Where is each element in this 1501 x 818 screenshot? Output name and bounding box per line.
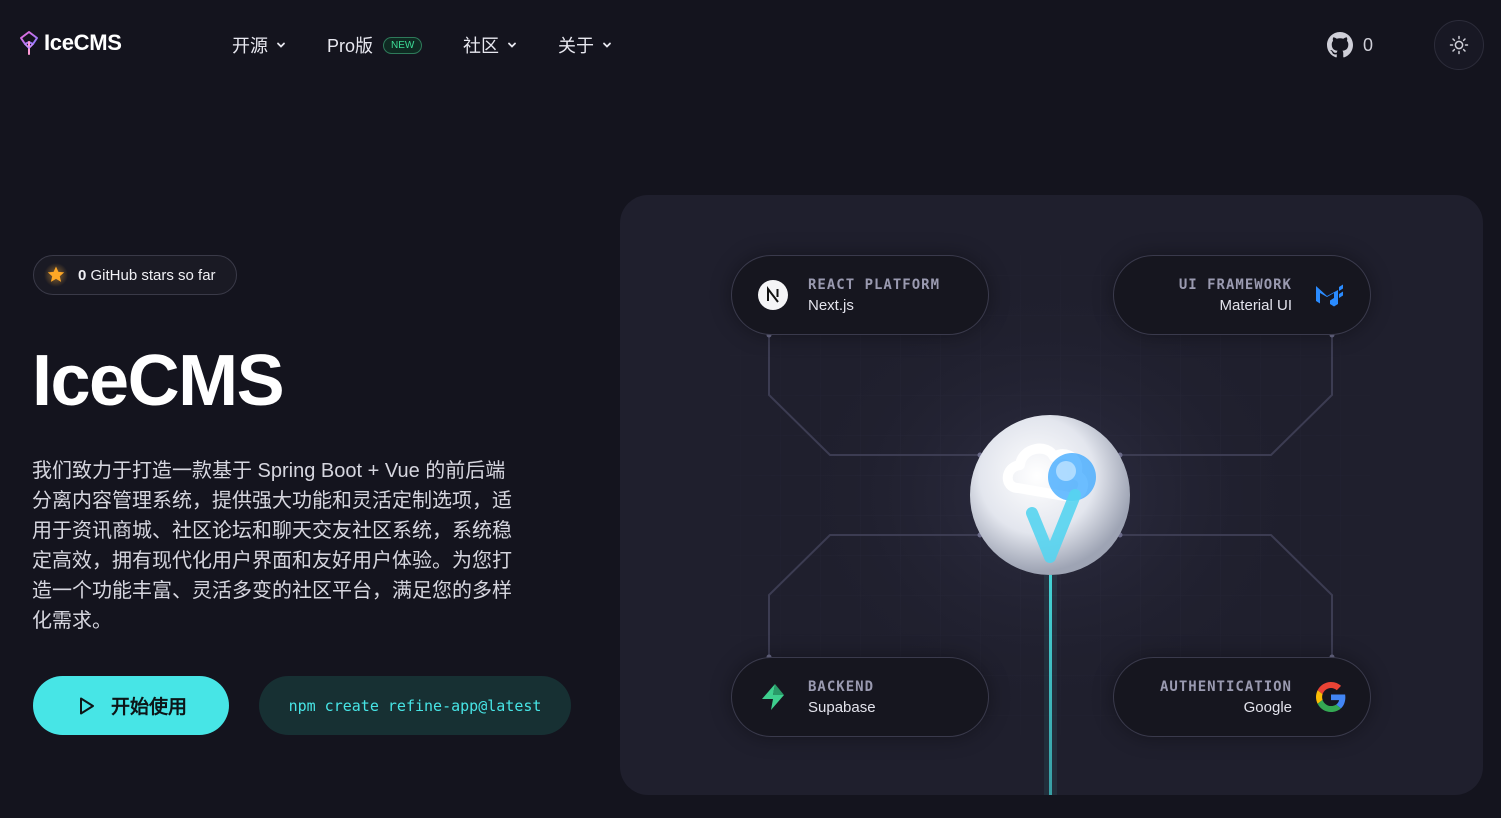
nav-item-label: 开源 [232,36,268,56]
nav-item-about[interactable]: 关于 [558,32,612,58]
github-icon [1327,32,1353,58]
nav-item-open-source[interactable]: 开源 [232,32,286,58]
sun-icon [1449,35,1469,55]
card-authentication: AUTHENTICATION Google [1113,657,1371,737]
stars-text: GitHub stars so far [90,266,216,284]
logo[interactable]: IceCMS [18,30,122,56]
github-star-count: 0 [1363,34,1374,55]
card-title: Next.js [808,296,854,314]
card-ui-framework: UI FRAMEWORK Material UI [1113,255,1371,335]
nav-item-community[interactable]: 社区 [463,32,517,58]
github-stars-pill[interactable]: 0 GitHub stars so far [33,255,237,295]
nav-item-label: 关于 [558,36,594,56]
chevron-down-icon [508,42,516,48]
theme-toggle-button[interactable] [1434,20,1484,70]
stars-count: 0 [78,266,87,284]
card-react-platform: REACT PLATFORM Next.js [731,255,989,335]
google-icon [1314,680,1348,714]
hero-description: 我们致力于打造一款基于 Spring Boot + Vue 的前后端分离内容管理… [32,460,512,632]
nav-item-label: Pro版 [327,36,374,56]
nextjs-icon [756,278,790,312]
get-started-label: 开始使用 [110,697,187,718]
page: IceCMS 开源 Pro版 NEW 社区 关于 0 0 GitHub star… [0,0,1501,818]
card-title: Material UI [1219,296,1292,314]
mui-icon [1314,278,1348,312]
play-icon [79,697,94,714]
card-kicker: REACT PLATFORM [808,276,941,293]
github-link[interactable]: 0 [1327,32,1373,58]
supabase-icon [756,680,790,714]
card-title: Supabase [808,698,876,716]
hero-title: IceCMS [32,341,285,421]
new-badge: NEW [383,36,423,54]
brand-name: IceCMS [44,30,122,55]
chevron-down-icon [277,42,285,48]
npm-command-button[interactable]: npm create refine-app@latest [259,676,571,735]
card-backend: BACKEND Supabase [731,657,989,737]
card-kicker: BACKEND [808,678,875,695]
nav-item-pro[interactable]: Pro版 NEW [327,32,423,58]
nav-item-label: 社区 [463,36,499,56]
card-kicker: UI FRAMEWORK [1178,276,1292,293]
card-kicker: AUTHENTICATION [1159,678,1292,695]
star-icon [44,263,68,287]
card-title: Google [1243,698,1292,716]
npm-command-text: npm create refine-app@latest [288,696,542,715]
top-nav: IceCMS 开源 Pro版 NEW 社区 关于 0 [0,0,1501,90]
tech-stack-diagram: REACT PLATFORM Next.js UI FRAMEWORK Mate… [620,195,1483,795]
get-started-button[interactable]: 开始使用 [33,676,229,735]
logo-icon [20,31,38,55]
chevron-down-icon [603,42,611,48]
